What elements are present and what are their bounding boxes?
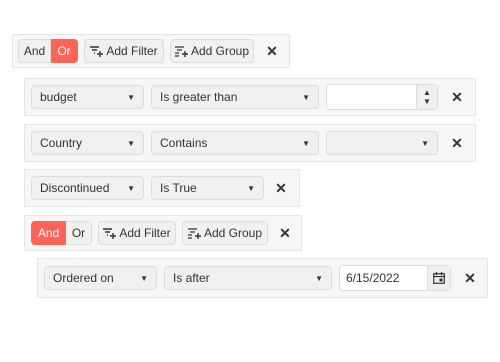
- calendar-icon: [433, 272, 445, 284]
- field-dropdown[interactable]: budget ▼: [31, 85, 144, 109]
- field-value: Country: [40, 136, 83, 150]
- operator-value: Is greater than: [160, 90, 238, 104]
- add-filter-label: Add Filter: [119, 226, 171, 240]
- field-dropdown[interactable]: Discontinued ▼: [31, 176, 144, 200]
- calendar-button[interactable]: [427, 266, 450, 290]
- remove-filter-button[interactable]: ✕: [461, 268, 479, 288]
- chevron-down-icon: ▼: [127, 138, 135, 148]
- operator-dropdown[interactable]: Is greater than ▼: [151, 85, 319, 109]
- add-group-icon: [174, 45, 188, 57]
- root-add-group-button[interactable]: Add Group: [170, 39, 254, 63]
- chevron-down-icon: ▼: [140, 273, 148, 283]
- field-value: Discontinued: [40, 181, 110, 195]
- chevron-down-icon: ▼: [127, 92, 135, 102]
- operator-value: Is True: [160, 181, 197, 195]
- chevron-down-icon: ▼: [127, 183, 135, 193]
- field-dropdown[interactable]: Ordered on ▼: [44, 266, 157, 290]
- numeric-spinner[interactable]: ▲ ▼: [416, 85, 437, 109]
- spin-down-icon[interactable]: ▼: [423, 97, 431, 106]
- root-add-filter-button[interactable]: Add Filter: [84, 39, 164, 63]
- budget-value-input[interactable]: ▲ ▼: [326, 84, 438, 110]
- chevron-down-icon: ▼: [315, 273, 323, 283]
- chevron-down-icon: ▼: [247, 183, 255, 193]
- root-remove-button[interactable]: ✕: [263, 41, 281, 61]
- nested-add-filter-button[interactable]: Add Filter: [98, 221, 176, 245]
- operator-value: Is after: [173, 271, 210, 285]
- remove-filter-button[interactable]: ✕: [272, 178, 290, 198]
- operator-value: Contains: [160, 136, 208, 150]
- root-or-button[interactable]: Or: [51, 39, 78, 63]
- add-group-label: Add Group: [190, 44, 250, 58]
- field-dropdown[interactable]: Country ▼: [31, 131, 144, 155]
- nested-or-button[interactable]: Or: [66, 221, 92, 245]
- nested-remove-button[interactable]: ✕: [276, 223, 294, 243]
- operator-dropdown[interactable]: Is True ▼: [151, 176, 264, 200]
- add-filter-icon: [103, 227, 117, 239]
- date-input[interactable]: 6/15/2022: [339, 265, 451, 291]
- operator-dropdown[interactable]: Is after ▼: [164, 266, 332, 290]
- chevron-down-icon: ▼: [302, 138, 310, 148]
- nested-and-button[interactable]: And: [31, 221, 66, 245]
- chevron-down-icon: ▼: [302, 92, 310, 102]
- add-group-icon: [187, 227, 201, 239]
- date-value: 6/15/2022: [346, 271, 400, 285]
- add-filter-icon: [90, 45, 104, 57]
- add-group-label: Add Group: [203, 226, 263, 240]
- remove-filter-button[interactable]: ✕: [448, 133, 466, 153]
- spin-up-icon[interactable]: ▲: [423, 88, 431, 97]
- field-value: budget: [40, 90, 77, 104]
- root-and-button[interactable]: And: [18, 39, 51, 63]
- field-value: Ordered on: [53, 271, 114, 285]
- country-value-dropdown[interactable]: ▼: [326, 131, 438, 155]
- operator-dropdown[interactable]: Contains ▼: [151, 131, 319, 155]
- remove-filter-button[interactable]: ✕: [448, 87, 466, 107]
- add-filter-label: Add Filter: [106, 44, 158, 58]
- nested-add-group-button[interactable]: Add Group: [182, 221, 268, 245]
- chevron-down-icon: ▼: [421, 138, 429, 148]
